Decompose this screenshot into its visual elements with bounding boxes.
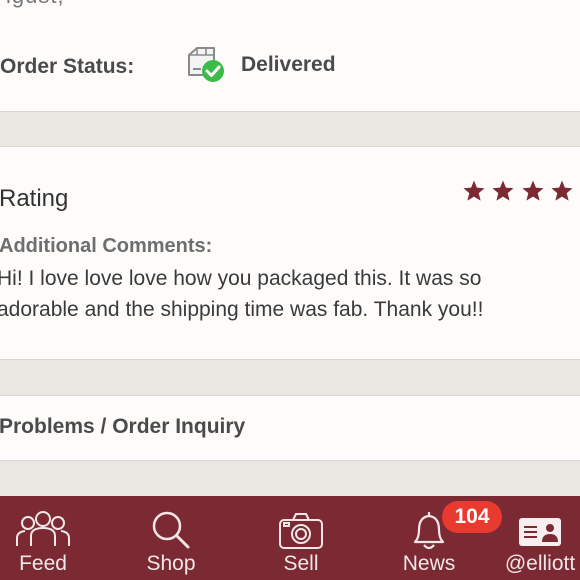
tab-profile-label: @elliott bbox=[504, 552, 576, 575]
news-notification-badge: 104 bbox=[442, 501, 502, 533]
additional-comments-text: Hi! I love love love how you packaged th… bbox=[0, 263, 577, 325]
star-icon bbox=[492, 180, 514, 201]
tab-news-label: News bbox=[402, 552, 456, 575]
star-icon bbox=[551, 180, 573, 201]
comment-line: Hi! I love love love how you packaged th… bbox=[0, 267, 482, 290]
tab-feed-label: Feed bbox=[19, 552, 67, 575]
camera-icon bbox=[279, 513, 323, 549]
order-status-label: Order Status: bbox=[0, 55, 135, 78]
profile-card-icon bbox=[519, 518, 561, 546]
problems-order-inquiry-label: Problems / Order Inquiry bbox=[0, 415, 246, 438]
tab-sell-label: Sell bbox=[283, 552, 319, 575]
partial-cut-text: igust, bbox=[6, 0, 65, 9]
additional-comments-label: Additional Comments: bbox=[0, 235, 213, 257]
search-icon bbox=[152, 511, 190, 549]
tab-shop-label: Shop bbox=[146, 552, 196, 575]
order-status-card: igust, Order Status: Delivered bbox=[0, 0, 580, 112]
rating-stars bbox=[462, 179, 580, 203]
comment-line: adorable and the shipping time was fab. … bbox=[0, 298, 484, 321]
order-status-value: Delivered bbox=[241, 53, 336, 76]
tab-shop[interactable]: Shop bbox=[126, 496, 216, 580]
tab-feed[interactable]: Feed bbox=[0, 496, 86, 580]
rating-label: Rating bbox=[0, 185, 69, 212]
rating-card: Rating Additional Comments: Hi! I love l… bbox=[0, 146, 580, 360]
star-icon bbox=[463, 180, 485, 201]
people-icon bbox=[16, 511, 70, 546]
tab-sell[interactable]: Sell bbox=[258, 496, 344, 580]
problems-order-inquiry-row[interactable]: Problems / Order Inquiry bbox=[0, 395, 580, 461]
delivered-box-icon bbox=[188, 47, 224, 82]
star-icon bbox=[522, 180, 544, 201]
tab-profile[interactable]: @elliott bbox=[500, 496, 580, 580]
